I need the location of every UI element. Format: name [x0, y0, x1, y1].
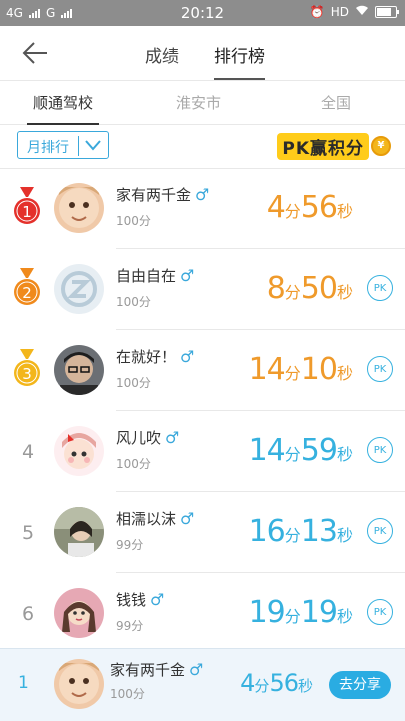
user-name-row: 风儿吹 ♂	[116, 427, 179, 448]
avatar[interactable]	[54, 264, 104, 314]
avatar[interactable]	[54, 426, 104, 476]
pk-button[interactable]: PK	[367, 437, 393, 463]
my-ranking-bar: 1 家有两千金 ♂ 100分 4分56秒 去分享	[0, 648, 405, 721]
male-icon: ♂	[165, 428, 180, 447]
user-name: 钱钱	[116, 591, 147, 609]
avatar[interactable]	[54, 507, 104, 557]
male-icon: ♂	[180, 509, 195, 528]
completion-time: 14分59秒	[248, 433, 353, 468]
completion-time: 16分13秒	[248, 514, 353, 549]
completion-time: 8分50秒	[266, 271, 353, 306]
chevron-down-icon	[85, 140, 101, 151]
pk-promo-banner[interactable]: PK赢积分 ¥	[277, 132, 391, 160]
list-item[interactable]: 3 在就好！ ♂ 100分 14分10秒 PK	[0, 330, 405, 411]
my-score: 100分	[110, 687, 145, 701]
avatar[interactable]	[54, 345, 104, 395]
male-icon: ♂	[195, 185, 210, 204]
rank-medal-3-icon: 3	[12, 349, 42, 389]
user-name: 在就好！	[116, 348, 177, 366]
my-name-row: 家有两千金 ♂	[110, 659, 203, 680]
battery-icon	[375, 6, 399, 18]
medal-rank-number: 3	[22, 365, 32, 383]
wifi-icon	[355, 5, 369, 19]
rank-number: 5	[21, 522, 35, 544]
male-icon: ♂	[150, 590, 165, 609]
user-score: 100分	[116, 457, 151, 471]
user-name: 风儿吹	[116, 429, 162, 447]
list-item[interactable]: 6 钱钱 ♂ 99分 19分19秒 PK	[0, 573, 405, 654]
tab-national[interactable]: 全国	[321, 92, 351, 113]
dropdown-label: 月排行	[27, 140, 69, 156]
my-completion-time: 4分56秒	[240, 669, 313, 697]
user-name-row: 相濡以沫 ♂	[116, 508, 194, 529]
my-avatar[interactable]	[54, 659, 104, 709]
user-score: 99分	[116, 538, 144, 552]
back-arrow-icon[interactable]	[22, 41, 48, 65]
pk-button[interactable]: PK	[367, 356, 393, 382]
alarm-icon: ⏰	[309, 5, 325, 19]
user-name-row: 家有两千金 ♂	[116, 184, 209, 205]
ranking-period-dropdown[interactable]: 月排行	[17, 131, 109, 159]
rank-medal-1-icon: 1	[12, 187, 42, 227]
pk-promo-text: PK赢积分	[277, 132, 369, 160]
list-item[interactable]: 2 自由自在 ♂ 100分 8分50秒 PK	[0, 249, 405, 330]
user-score: 100分	[116, 376, 151, 390]
filter-bar: 月排行 PK赢积分 ¥	[0, 124, 405, 169]
user-name-row: 自由自在 ♂	[116, 265, 194, 286]
share-button[interactable]: 去分享	[329, 671, 391, 699]
completion-time: 4分56秒	[266, 190, 353, 225]
status-bar: 4G G 20:12 ⏰ HD	[0, 0, 405, 26]
pk-button[interactable]: PK	[367, 518, 393, 544]
coin-icon: ¥	[371, 136, 391, 156]
tab-school[interactable]: 顺通驾校	[26, 92, 100, 125]
user-name: 自由自在	[116, 267, 177, 285]
my-user-name: 家有两千金	[110, 661, 186, 679]
tab-scores[interactable]: 成绩	[145, 42, 179, 67]
user-name: 家有两千金	[116, 186, 192, 204]
dropdown-separator	[78, 136, 79, 156]
avatar[interactable]	[54, 183, 104, 233]
user-name-row: 在就好！ ♂	[116, 346, 194, 367]
user-score: 100分	[116, 295, 151, 309]
male-icon: ♂	[189, 660, 204, 679]
list-item[interactable]: 1 家有两千金 ♂ 100分 4分56秒	[0, 168, 405, 249]
completion-time: 19分19秒	[248, 595, 353, 630]
top-navigation: 成绩 排行榜	[0, 26, 405, 81]
user-name: 相濡以沫	[116, 510, 177, 528]
hd-label: HD	[330, 5, 349, 19]
medal-rank-number: 1	[22, 203, 32, 221]
my-rank-number: 1	[18, 673, 29, 693]
pk-button[interactable]: PK	[367, 275, 393, 301]
list-item[interactable]: 4 风儿吹 ♂ 100分 14分59秒 PK	[0, 411, 405, 492]
pk-button[interactable]: PK	[367, 599, 393, 625]
user-name-row: 钱钱 ♂	[116, 589, 164, 610]
male-icon: ♂	[180, 266, 195, 285]
scope-tabs: 顺通驾校 淮安市 全国	[0, 80, 405, 125]
rank-number: 4	[21, 441, 35, 463]
rank-medal-2-icon: 2	[12, 268, 42, 308]
rank-number: 6	[21, 603, 35, 625]
user-score: 100分	[116, 214, 151, 228]
male-icon: ♂	[180, 347, 195, 366]
medal-rank-number: 2	[22, 284, 32, 302]
avatar[interactable]	[54, 588, 104, 638]
completion-time: 14分10秒	[248, 352, 353, 387]
user-score: 99分	[116, 619, 144, 633]
list-item[interactable]: 5 相濡以沫 ♂ 99分 16分13秒 PK	[0, 492, 405, 573]
tab-leaderboard[interactable]: 排行榜	[214, 42, 265, 80]
tab-city[interactable]: 淮安市	[176, 92, 221, 113]
